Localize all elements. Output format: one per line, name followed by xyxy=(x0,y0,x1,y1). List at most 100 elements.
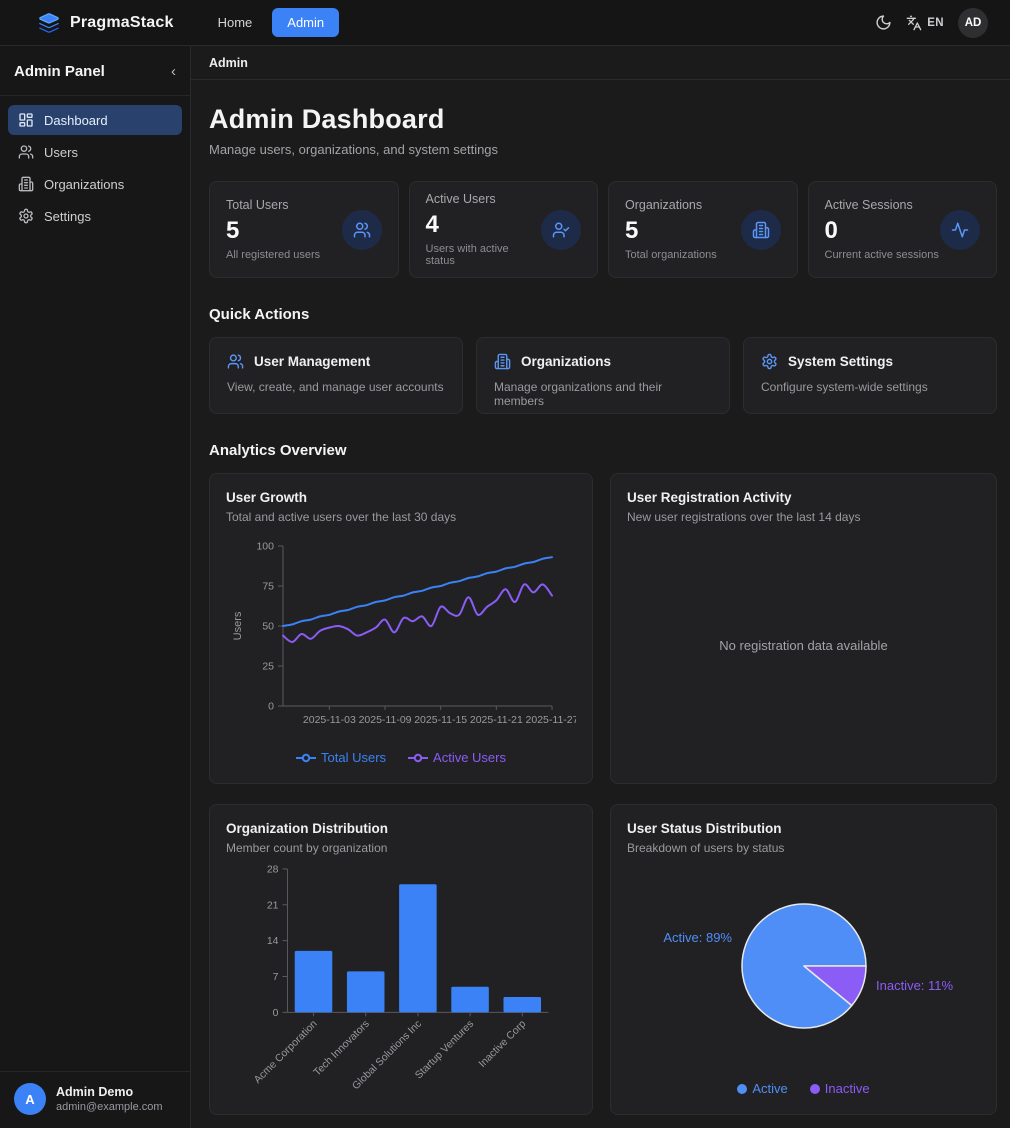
dashboard-icon xyxy=(18,112,34,128)
quick-action-title: System Settings xyxy=(788,354,893,369)
svg-text:0: 0 xyxy=(268,701,274,713)
chart-subtitle: Breakdown of users by status xyxy=(627,841,980,855)
language-button[interactable]: EN xyxy=(906,15,944,31)
sidebar-item-settings[interactable]: Settings xyxy=(8,201,182,231)
sidebar-item-label: Dashboard xyxy=(44,113,108,128)
quick-action-user-management[interactable]: User Management View, create, and manage… xyxy=(209,337,463,414)
nav-link-home[interactable]: Home xyxy=(208,9,263,36)
svg-text:2025-11-03: 2025-11-03 xyxy=(302,714,355,726)
quick-action-description: View, create, and manage user accounts xyxy=(227,380,445,394)
legend-item: Total Users xyxy=(296,750,386,765)
users-icon xyxy=(227,353,244,370)
svg-text:0: 0 xyxy=(272,1008,278,1019)
stat-card-organizations: Organizations 5 Total organizations xyxy=(608,181,798,278)
sidebar-collapse-button[interactable]: ‹ xyxy=(171,64,176,79)
sidebar-item-users[interactable]: Users xyxy=(8,137,182,167)
quick-action-description: Manage organizations and their members xyxy=(494,380,712,408)
sidebar-item-organizations[interactable]: Organizations xyxy=(8,169,182,199)
line-chart-legend: Total UsersActive Users xyxy=(226,746,576,767)
stat-description: All registered users xyxy=(226,249,320,261)
quick-action-system-settings[interactable]: System Settings Configure system-wide se… xyxy=(743,337,997,414)
svg-text:Inactive Corp: Inactive Corp xyxy=(477,1019,528,1070)
svg-text:7: 7 xyxy=(272,972,278,983)
users-icon xyxy=(18,144,34,160)
users-icon xyxy=(342,210,382,250)
user-avatar[interactable]: AD xyxy=(958,8,988,38)
organization-bar-chart: 07142128Acme CorporationTech InnovatorsG… xyxy=(226,855,576,1098)
languages-icon xyxy=(906,15,922,31)
sidebar-nav: Dashboard Users Organizations xyxy=(0,96,190,240)
svg-text:Startup Ventures: Startup Ventures xyxy=(413,1019,476,1082)
sidebar-item-label: Users xyxy=(44,145,78,160)
page-title: Admin Dashboard xyxy=(209,104,997,135)
svg-text:100: 100 xyxy=(256,541,274,553)
sidebar-header: Admin Panel ‹ xyxy=(0,46,190,96)
quick-action-organizations[interactable]: Organizations Manage organizations and t… xyxy=(476,337,730,414)
chart-title: User Registration Activity xyxy=(627,490,980,505)
svg-text:28: 28 xyxy=(266,864,278,875)
legend-item: Inactive xyxy=(810,1081,870,1096)
stats-row: Total Users 5 All registered users Activ… xyxy=(209,181,997,278)
page-subtitle: Manage users, organizations, and system … xyxy=(209,142,997,157)
sidebar-title: Admin Panel xyxy=(14,63,105,80)
sidebar-item-label: Organizations xyxy=(44,177,124,192)
svg-text:Users: Users xyxy=(232,611,244,640)
stat-value: 5 xyxy=(226,217,320,245)
chart-title: User Status Distribution xyxy=(627,821,980,836)
stat-description: Users with active status xyxy=(426,243,542,267)
brand[interactable]: PragmaStack xyxy=(38,12,174,34)
user-email: admin@example.com xyxy=(56,1101,163,1113)
main-content: Admin Admin Dashboard Manage users, orga… xyxy=(191,46,1010,1128)
user-name: Admin Demo xyxy=(56,1085,163,1099)
legend-dot xyxy=(810,1084,820,1094)
chart-subtitle: Member count by organization xyxy=(226,841,576,855)
svg-text:2025-11-15: 2025-11-15 xyxy=(414,714,467,726)
svg-text:75: 75 xyxy=(262,581,274,593)
svg-text:25: 25 xyxy=(262,661,274,673)
user-growth-line-chart: 0255075100Users2025-11-032025-11-092025-… xyxy=(226,524,576,746)
legend-dot xyxy=(737,1084,747,1094)
stat-label: Total Users xyxy=(226,198,320,212)
sidebar-user-card[interactable]: A Admin Demo admin@example.com xyxy=(0,1071,190,1128)
svg-text:2025-11-27: 2025-11-27 xyxy=(525,714,575,726)
svg-text:Inactive: 11%: Inactive: 11% xyxy=(876,978,954,993)
user-growth-card: User Growth Total and active users over … xyxy=(209,473,593,784)
stat-card-active-sessions: Active Sessions 0 Current active session… xyxy=(808,181,998,278)
svg-text:50: 50 xyxy=(262,621,274,633)
user-check-icon xyxy=(541,210,581,250)
top-navbar: PragmaStack Home Admin EN AD xyxy=(0,0,1010,46)
breadcrumb[interactable]: Admin xyxy=(209,56,248,70)
analytics-heading: Analytics Overview xyxy=(209,442,997,459)
language-code: EN xyxy=(927,17,944,29)
stat-description: Current active sessions xyxy=(825,249,939,261)
svg-text:2025-11-21: 2025-11-21 xyxy=(469,714,522,726)
quick-action-title: Organizations xyxy=(521,354,611,369)
registration-activity-card: User Registration Activity New user regi… xyxy=(610,473,997,784)
quick-actions-row: User Management View, create, and manage… xyxy=(209,337,997,414)
admin-sidebar: Admin Panel ‹ Dashboard Users xyxy=(0,46,191,1128)
building-icon xyxy=(18,176,34,192)
svg-text:21: 21 xyxy=(266,900,278,911)
stat-card-active-users: Active Users 4 Users with active status xyxy=(409,181,599,278)
chart-title: Organization Distribution xyxy=(226,821,576,836)
stat-value: 4 xyxy=(426,211,542,239)
nav-link-admin[interactable]: Admin xyxy=(272,8,339,37)
quick-action-description: Configure system-wide settings xyxy=(761,380,979,394)
chart-subtitle: Total and active users over the last 30 … xyxy=(226,510,576,524)
organization-distribution-card: Organization Distribution Member count b… xyxy=(209,804,593,1115)
stat-label: Organizations xyxy=(625,198,717,212)
pie-chart-legend: Active Inactive xyxy=(627,1077,980,1098)
sidebar-item-dashboard[interactable]: Dashboard xyxy=(8,105,182,135)
svg-text:Acme Corporation: Acme Corporation xyxy=(252,1019,319,1086)
breadcrumb-bar: Admin xyxy=(191,46,1010,80)
settings-icon xyxy=(18,208,34,224)
activity-icon xyxy=(940,210,980,250)
user-status-pie-chart: Active: 89% Inactive: 11% xyxy=(627,855,980,1077)
stat-value: 5 xyxy=(625,217,717,245)
svg-text:Active: 89%: Active: 89% xyxy=(663,930,732,945)
stat-label: Active Users xyxy=(426,192,542,206)
legend-item: Active xyxy=(737,1081,787,1096)
stat-label: Active Sessions xyxy=(825,198,939,212)
theme-toggle-button[interactable] xyxy=(875,14,892,31)
charts-grid: User Growth Total and active users over … xyxy=(209,473,997,1115)
